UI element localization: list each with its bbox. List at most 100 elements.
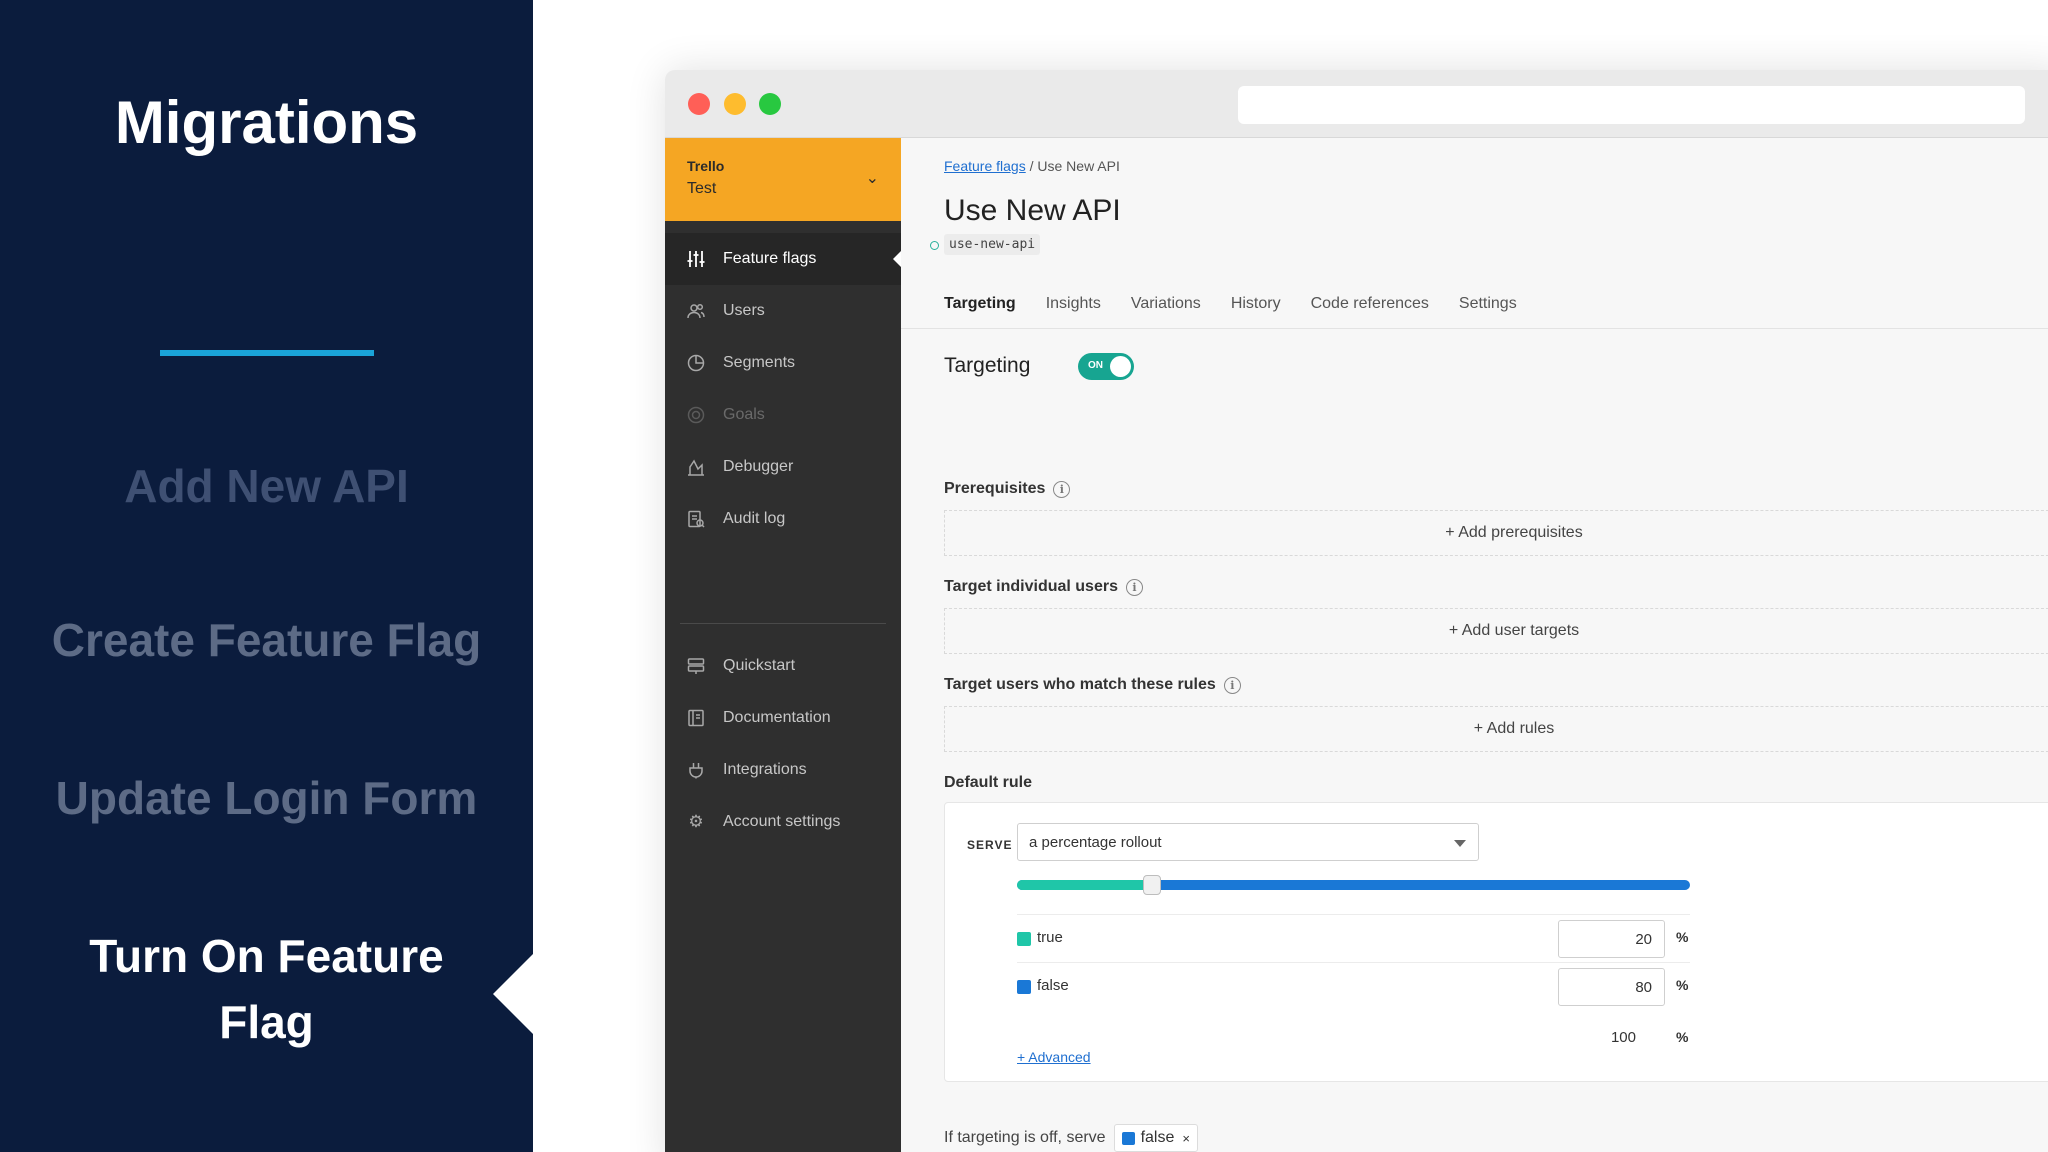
address-bar[interactable]	[1238, 86, 2025, 124]
sidebar-item-integrations[interactable]: Integrations	[665, 744, 901, 796]
sidebar-item-users[interactable]: Users	[665, 285, 901, 337]
close-window-button[interactable]	[688, 93, 710, 115]
chevron-down-icon: ⌄	[865, 170, 879, 187]
variation-percent-input[interactable]: 20	[1558, 920, 1665, 958]
add-rules-button[interactable]: + Add rules	[944, 706, 2048, 752]
agenda-item-active: Turn On Feature Flag	[89, 930, 444, 1048]
off-variation-row: If targeting is off, serve false ×	[944, 1124, 1198, 1152]
prerequisites-heading: Prerequisites i	[944, 480, 1071, 498]
variation-row-true: true 20 %	[1017, 914, 1690, 962]
off-variation-select[interactable]: false ×	[1113, 1124, 1198, 1152]
variation-row-false: false 80 %	[1017, 962, 1690, 1010]
tab-code-references[interactable]: Code references	[1311, 295, 1429, 313]
agenda-item: Update Login Form	[55, 772, 478, 824]
pie-chart-icon	[685, 352, 707, 374]
target-icon	[685, 404, 707, 426]
tab-history[interactable]: History	[1231, 295, 1281, 313]
sliders-icon	[685, 248, 707, 270]
close-icon[interactable]: ×	[1182, 1131, 1190, 1146]
sidebar-item-segments[interactable]: Segments	[665, 337, 901, 389]
add-prerequisites-button[interactable]: + Add prerequisites	[944, 510, 2048, 556]
variation-name: false	[1037, 977, 1069, 994]
window-titlebar	[665, 70, 2048, 138]
sidebar-item-label: Integrations	[723, 761, 807, 778]
advanced-link[interactable]: + Advanced	[1017, 1049, 1091, 1065]
environment-name: Test	[687, 180, 717, 197]
sidebar-divider	[680, 623, 886, 624]
sidebar-item-documentation[interactable]: Documentation	[665, 692, 901, 744]
debugger-icon	[685, 456, 707, 478]
sidebar-item-goals[interactable]: Goals	[665, 389, 901, 441]
tab-targeting[interactable]: Targeting	[944, 295, 1016, 313]
percent-sign: %	[1676, 929, 1689, 945]
section-label: Default rule	[944, 774, 1033, 791]
off-variation-label: If targeting is off, serve	[944, 1129, 1106, 1146]
tab-variations[interactable]: Variations	[1131, 295, 1201, 313]
variation-color-swatch	[1017, 980, 1031, 994]
variation-percent-input[interactable]: 80	[1558, 968, 1665, 1006]
rollout-true-segment	[1017, 880, 1152, 890]
app-sidebar: Trello Test ⌄ Feature flags Users Segmen…	[665, 138, 901, 1152]
info-icon[interactable]: i	[1223, 676, 1241, 694]
slide-panel: Migrations Add New API Create Feature Fl…	[0, 0, 533, 1152]
main-content: Feature flags / Use New API Use New API …	[901, 138, 2048, 1152]
sidebar-item-quickstart[interactable]: Quickstart	[665, 640, 901, 692]
sidebar-item-label: Users	[723, 302, 765, 319]
plug-icon	[685, 759, 707, 781]
default-rule-card: SERVE a percentage rollout true 20 % fal…	[944, 802, 2048, 1082]
flag-key: use-new-api	[944, 234, 1041, 255]
percent-sign: %	[1676, 1029, 1689, 1045]
serve-select[interactable]: a percentage rollout	[1017, 823, 1479, 861]
breadcrumb-separator: /	[1029, 158, 1034, 174]
rollout-bar	[1017, 880, 1690, 890]
flag-tabs: Targeting Insights Variations History Co…	[944, 295, 1517, 313]
page-title: Use New API	[944, 194, 1121, 227]
book-icon	[685, 707, 707, 729]
sidebar-item-account-settings[interactable]: ⚙ Account settings	[665, 796, 901, 848]
sidebar-item-label: Goals	[723, 406, 765, 423]
serve-select-value: a percentage rollout	[1029, 833, 1162, 851]
rollout-slider-handle[interactable]	[1142, 875, 1161, 895]
sidebar-item-label: Quickstart	[723, 657, 796, 674]
sidebar-item-feature-flags[interactable]: Feature flags	[665, 233, 901, 285]
title-underline	[160, 350, 374, 356]
rollout-total: 100	[1610, 1029, 1636, 1046]
percent-sign: %	[1676, 977, 1689, 993]
rules-heading: Target users who match these rules i	[944, 676, 1241, 694]
quickstart-icon	[685, 655, 707, 677]
sidebar-item-label: Documentation	[723, 709, 831, 726]
info-icon[interactable]: i	[1053, 480, 1071, 498]
off-variation-value: false	[1140, 1129, 1175, 1146]
slide-title: Migrations	[114, 89, 419, 156]
tab-settings[interactable]: Settings	[1459, 295, 1517, 313]
toggle-knob	[1110, 356, 1131, 377]
toggle-state-label: ON	[1088, 360, 1103, 371]
breadcrumb: Feature flags / Use New API	[944, 158, 1120, 174]
targeting-toggle[interactable]: ON	[1078, 353, 1134, 380]
variation-name: true	[1037, 929, 1063, 946]
variation-color-swatch	[1017, 932, 1031, 946]
section-label: Target users who match these rules	[944, 676, 1216, 693]
sidebar-item-label: Feature flags	[723, 250, 817, 267]
add-user-targets-button[interactable]: + Add user targets	[944, 608, 2048, 654]
active-item-pointer	[493, 954, 533, 1034]
section-label: Prerequisites	[944, 480, 1046, 497]
breadcrumb-feature-flags-link[interactable]: Feature flags	[944, 158, 1026, 174]
gear-icon: ⚙	[688, 812, 704, 831]
project-switcher[interactable]: Trello Test ⌄	[665, 138, 901, 221]
tab-insights[interactable]: Insights	[1046, 295, 1101, 313]
maximize-window-button[interactable]	[759, 93, 781, 115]
default-rule-heading: Default rule	[944, 774, 1032, 792]
tabs-divider	[901, 328, 2048, 329]
sidebar-item-label: Account settings	[723, 813, 841, 830]
minimize-window-button[interactable]	[724, 93, 746, 115]
individual-targets-heading: Target individual users i	[944, 578, 1143, 596]
targeting-heading: Targeting	[944, 354, 1031, 377]
sidebar-item-debugger[interactable]: Debugger	[665, 441, 901, 493]
agenda-item: Create Feature Flag	[51, 614, 482, 666]
project-name: Trello	[687, 158, 725, 174]
agenda-item: Add New API	[124, 460, 409, 512]
sidebar-item-audit-log[interactable]: Audit log	[665, 493, 901, 545]
serve-label: SERVE	[967, 838, 1013, 852]
info-icon[interactable]: i	[1125, 578, 1143, 596]
